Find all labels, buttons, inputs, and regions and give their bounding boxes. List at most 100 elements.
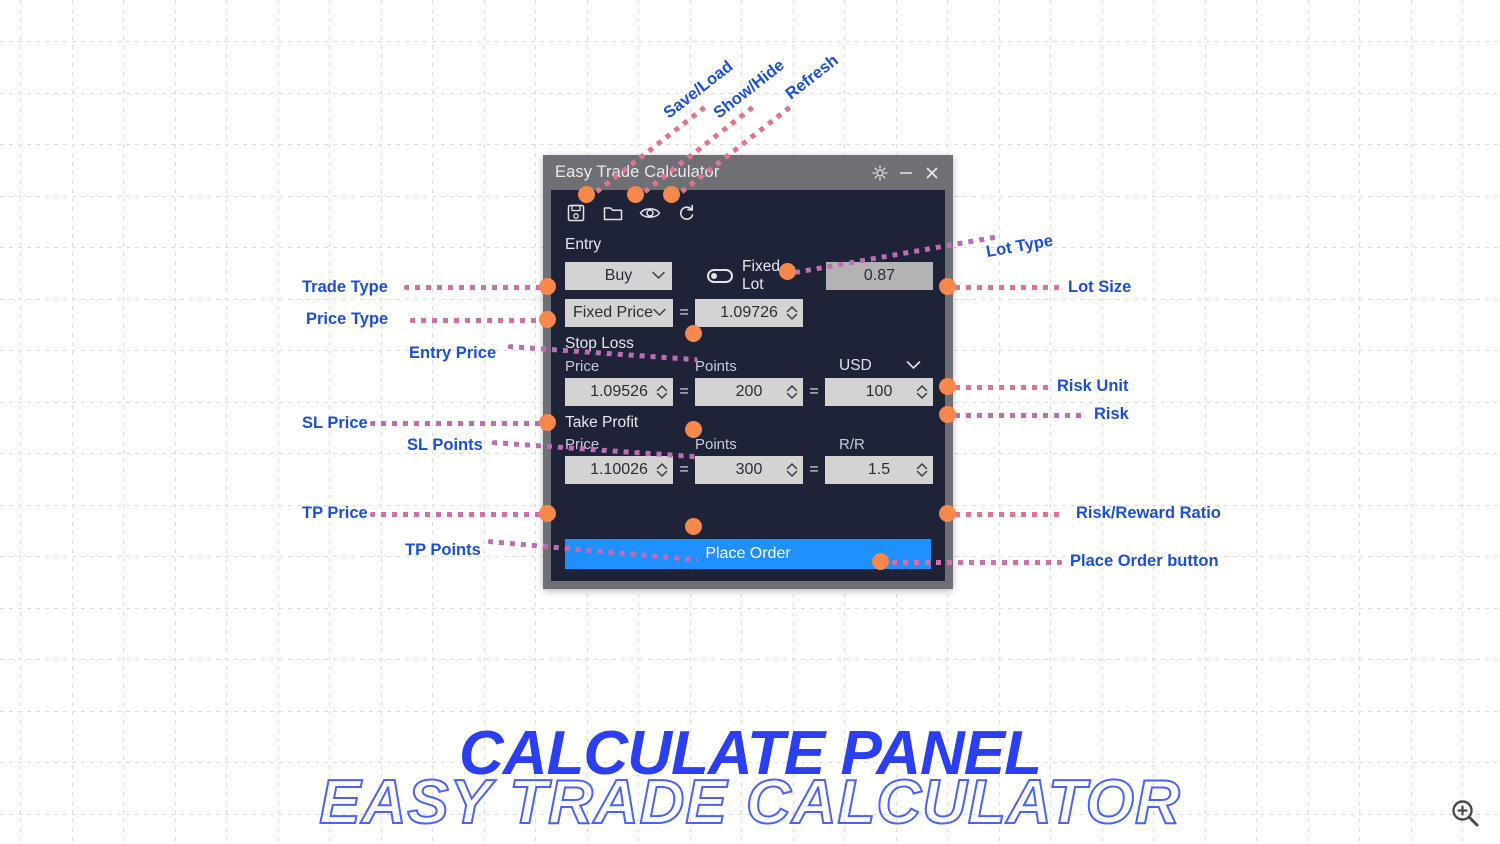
anchor-lot-type [779, 263, 796, 280]
annotation-tp-price: TP Price [302, 504, 368, 522]
sun-icon[interactable] [867, 160, 893, 186]
anchor-risk [939, 406, 956, 423]
annotation-sl-price: SL Price [302, 414, 368, 432]
grid-line-horizontal [0, 608, 1500, 609]
minimize-icon[interactable] [893, 160, 919, 186]
rr-field[interactable]: 1.5 [825, 456, 933, 484]
anchor-refresh [663, 186, 680, 203]
toggle-knob [711, 273, 718, 279]
risk-stepper[interactable] [916, 383, 928, 401]
fixed-lot-label: Fixed Lot [742, 258, 780, 293]
leader-risk-reward [955, 512, 1065, 517]
rr-stepper[interactable] [916, 461, 928, 479]
risk-field[interactable]: 100 [825, 378, 933, 406]
tp-price-field[interactable]: 1.10026 [565, 456, 673, 484]
entry-price-field[interactable]: 1.09726 [695, 299, 803, 327]
rr-value: 1.5 [867, 461, 891, 478]
save-icon[interactable] [565, 202, 587, 224]
anchor-sl-price [539, 414, 556, 431]
trade-type-value: Buy [604, 267, 633, 284]
grid-line-horizontal [0, 659, 1500, 660]
sl-points-value: 200 [735, 383, 763, 400]
tp-points-header: Points [695, 436, 737, 453]
take-profit-section-label: Take Profit [565, 414, 639, 431]
tp-equals-sign-2: = [809, 461, 819, 478]
stop-loss-headers: Price Points USD [551, 357, 945, 375]
open-folder-icon[interactable] [602, 202, 624, 224]
anchor-lot-size [939, 278, 956, 295]
refresh-icon[interactable] [676, 202, 698, 224]
anchor-save-load [578, 186, 595, 203]
leader-tp-price [370, 512, 550, 517]
tp-points-field[interactable]: 300 [695, 456, 803, 484]
sl-price-field[interactable]: 1.09526 [565, 378, 673, 406]
entry-equals-sign: = [679, 304, 689, 321]
anchor-place-order [872, 553, 889, 570]
caption-sub: EASY TRADE CALCULATOR [318, 767, 1181, 838]
annotation-entry-price: Entry Price [409, 344, 497, 362]
zoom-in-icon[interactable] [1448, 796, 1482, 830]
risk-unit-value: USD [839, 357, 872, 374]
grid-line-horizontal [0, 711, 1500, 712]
calculator-window: Easy Trade Calculator Entry Buy Fixed Lo… [543, 155, 953, 589]
risk-value: 100 [865, 383, 893, 400]
annotation-price-type: Price Type [306, 310, 389, 328]
sl-points-stepper[interactable] [786, 383, 798, 401]
risk-unit-select[interactable]: USD [839, 357, 921, 375]
lot-size-value: 0.87 [863, 267, 896, 284]
close-icon[interactable] [919, 160, 945, 186]
sl-equals-sign-2: = [809, 383, 819, 400]
anchor-sl-points [685, 421, 702, 438]
annotation-risk-unit: Risk Unit [1057, 377, 1129, 395]
chevron-down-icon [906, 357, 921, 375]
annotation-risk-reward-ratio: Risk/Reward Ratio [1076, 504, 1221, 522]
leader-place-order [892, 560, 1062, 565]
annotation-risk-label: Risk [1094, 405, 1129, 423]
leader-risk [955, 413, 1085, 418]
sl-equals-sign-1: = [679, 383, 689, 400]
price-type-value: Fixed Price [572, 304, 654, 321]
grid-line-horizontal [0, 144, 1500, 145]
anchor-entry-price [685, 325, 702, 342]
entry-price-stepper[interactable] [786, 304, 798, 322]
leader-lot-size [955, 285, 1060, 290]
anchor-show-hide [627, 186, 644, 203]
toolbar [551, 190, 945, 228]
chevron-down-icon [653, 304, 666, 322]
anchor-risk-reward [939, 505, 956, 522]
entry-section-label: Entry [565, 236, 602, 253]
annotation-place-order-button: Place Order button [1070, 552, 1219, 570]
annotation-sl-points: SL Points [407, 436, 483, 454]
fixed-lot-toggle[interactable] [707, 269, 734, 283]
leader-sl-price [370, 421, 550, 426]
stop-loss-section-label: Stop Loss [565, 335, 634, 352]
rr-header: R/R [839, 436, 865, 453]
annotation-refresh: Refresh [782, 51, 842, 104]
anchor-price-type [539, 311, 556, 328]
grid-line-horizontal [0, 41, 1500, 42]
entry-price-value: 1.09726 [720, 304, 778, 321]
panel-body: Entry Buy Fixed Lot 0.87 Fixed Price = 1… [551, 190, 945, 581]
anchor-tp-points [685, 518, 702, 535]
leader-risk-unit [955, 385, 1050, 390]
chevron-down-icon [652, 267, 665, 285]
leader-trade-type [404, 285, 549, 290]
annotation-trade-type: Trade Type [302, 278, 388, 296]
anchor-risk-unit [939, 378, 956, 395]
eye-icon[interactable] [639, 202, 661, 224]
sl-points-field[interactable]: 200 [695, 378, 803, 406]
sl-price-value: 1.09526 [590, 383, 648, 400]
tp-points-value: 300 [735, 461, 763, 478]
tp-equals-sign-1: = [679, 461, 689, 478]
tp-price-stepper[interactable] [656, 461, 668, 479]
place-order-label: Place Order [705, 545, 791, 562]
annotation-lot-size: Lot Size [1068, 278, 1132, 296]
tp-points-stepper[interactable] [786, 461, 798, 479]
price-type-select[interactable]: Fixed Price [565, 299, 673, 327]
trade-type-select[interactable]: Buy [565, 262, 673, 290]
leader-price-type [410, 318, 550, 323]
anchor-trade-type [539, 278, 556, 295]
sl-points-header: Points [695, 357, 737, 375]
tp-price-value: 1.10026 [590, 461, 648, 478]
sl-price-stepper[interactable] [656, 383, 668, 401]
